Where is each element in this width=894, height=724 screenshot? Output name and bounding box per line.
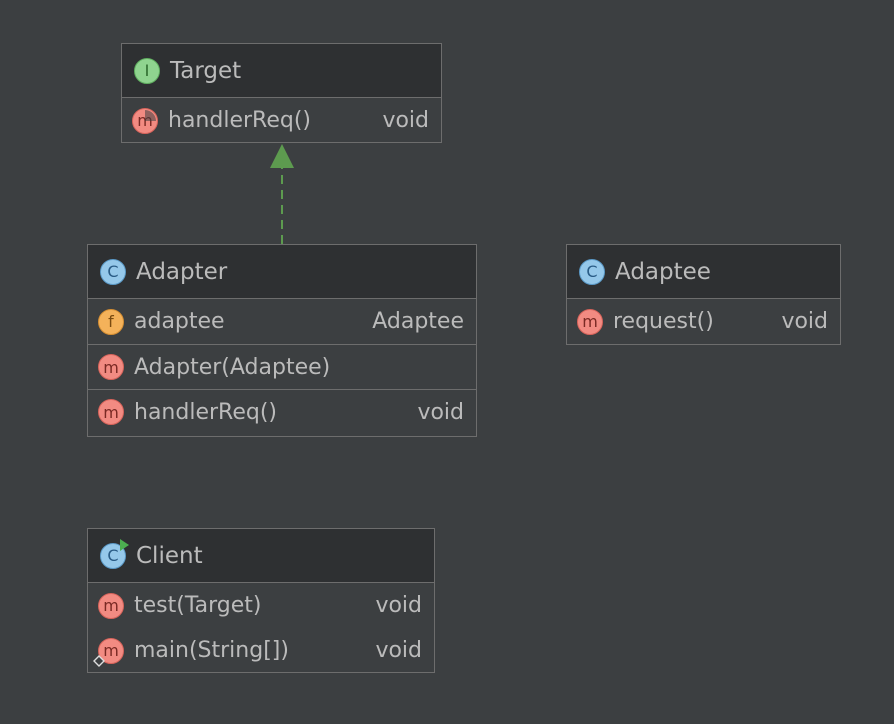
class-name: Adaptee [615,258,711,285]
badge-letter: m [103,357,119,377]
field-name: adaptee [134,309,225,334]
return-type: void [781,309,828,334]
constructor-name: Adapter(Adaptee) [134,354,331,380]
method-icon: m [577,308,603,335]
runnable-class-icon: C [100,538,129,569]
class-header-adaptee: C Adaptee [567,245,840,299]
diagram-canvas: I Target m handlerReq() void C Adapter f [0,0,894,724]
badge-letter: m [103,402,119,422]
method-name: main(String[]) [134,638,289,663]
run-marker-icon [120,538,129,551]
class-icon: C [579,258,605,285]
field-icon: f [98,308,124,335]
method-name: handlerReq() [134,399,277,425]
return-type: void [375,638,422,663]
class-icon: C [100,258,126,285]
class-name: Client [136,542,203,569]
method-icon: m [98,354,124,380]
interface-icon: I [134,57,160,84]
badge-letter: I [144,61,150,80]
class-box-adapter[interactable]: C Adapter f adaptee Adaptee m Adapter(Ad… [87,244,477,437]
method-row[interactable]: m handlerReq() void [88,389,476,434]
class-box-client[interactable]: C Client m test(Target) void m main(Stri… [87,528,435,673]
method-name: test(Target) [134,593,262,618]
method-name: request() [613,309,714,334]
badge-letter: C [586,262,598,281]
badge-letter: C [107,546,119,565]
return-type: void [417,399,464,425]
class-header-adapter: C Adapter [88,245,476,299]
static-method-icon: m [93,637,124,667]
method-name: handlerReq() [168,108,311,133]
badge-letter: m [103,641,119,660]
abstract-method-icon: m [132,107,158,134]
method-row[interactable]: m main(String[]) void [88,628,434,673]
method-row[interactable]: m handlerReq() void [122,98,441,143]
class-box-adaptee[interactable]: C Adaptee m request() void [566,244,841,345]
return-type: void [375,593,422,618]
constructor-row[interactable]: m Adapter(Adaptee) [88,344,476,389]
implements-arrow-head [270,144,294,168]
class-name: Adapter [136,258,228,285]
badge-letter: m [582,312,598,331]
class-header-client: C Client [88,529,434,583]
method-row[interactable]: m request() void [567,299,840,344]
badge-letter: m [137,111,153,130]
badge-letter: f [108,312,114,331]
method-icon: m [98,592,124,619]
class-box-target[interactable]: I Target m handlerReq() void [121,43,442,143]
method-icon: m [98,399,124,425]
return-type: void [382,108,429,133]
badge-letter: C [107,262,119,281]
badge-letter: m [103,596,119,615]
field-type: Adaptee [372,309,464,334]
class-header-target: I Target [122,44,441,98]
method-row[interactable]: m test(Target) void [88,583,434,628]
field-row[interactable]: f adaptee Adaptee [88,299,476,344]
class-name: Target [170,57,242,84]
